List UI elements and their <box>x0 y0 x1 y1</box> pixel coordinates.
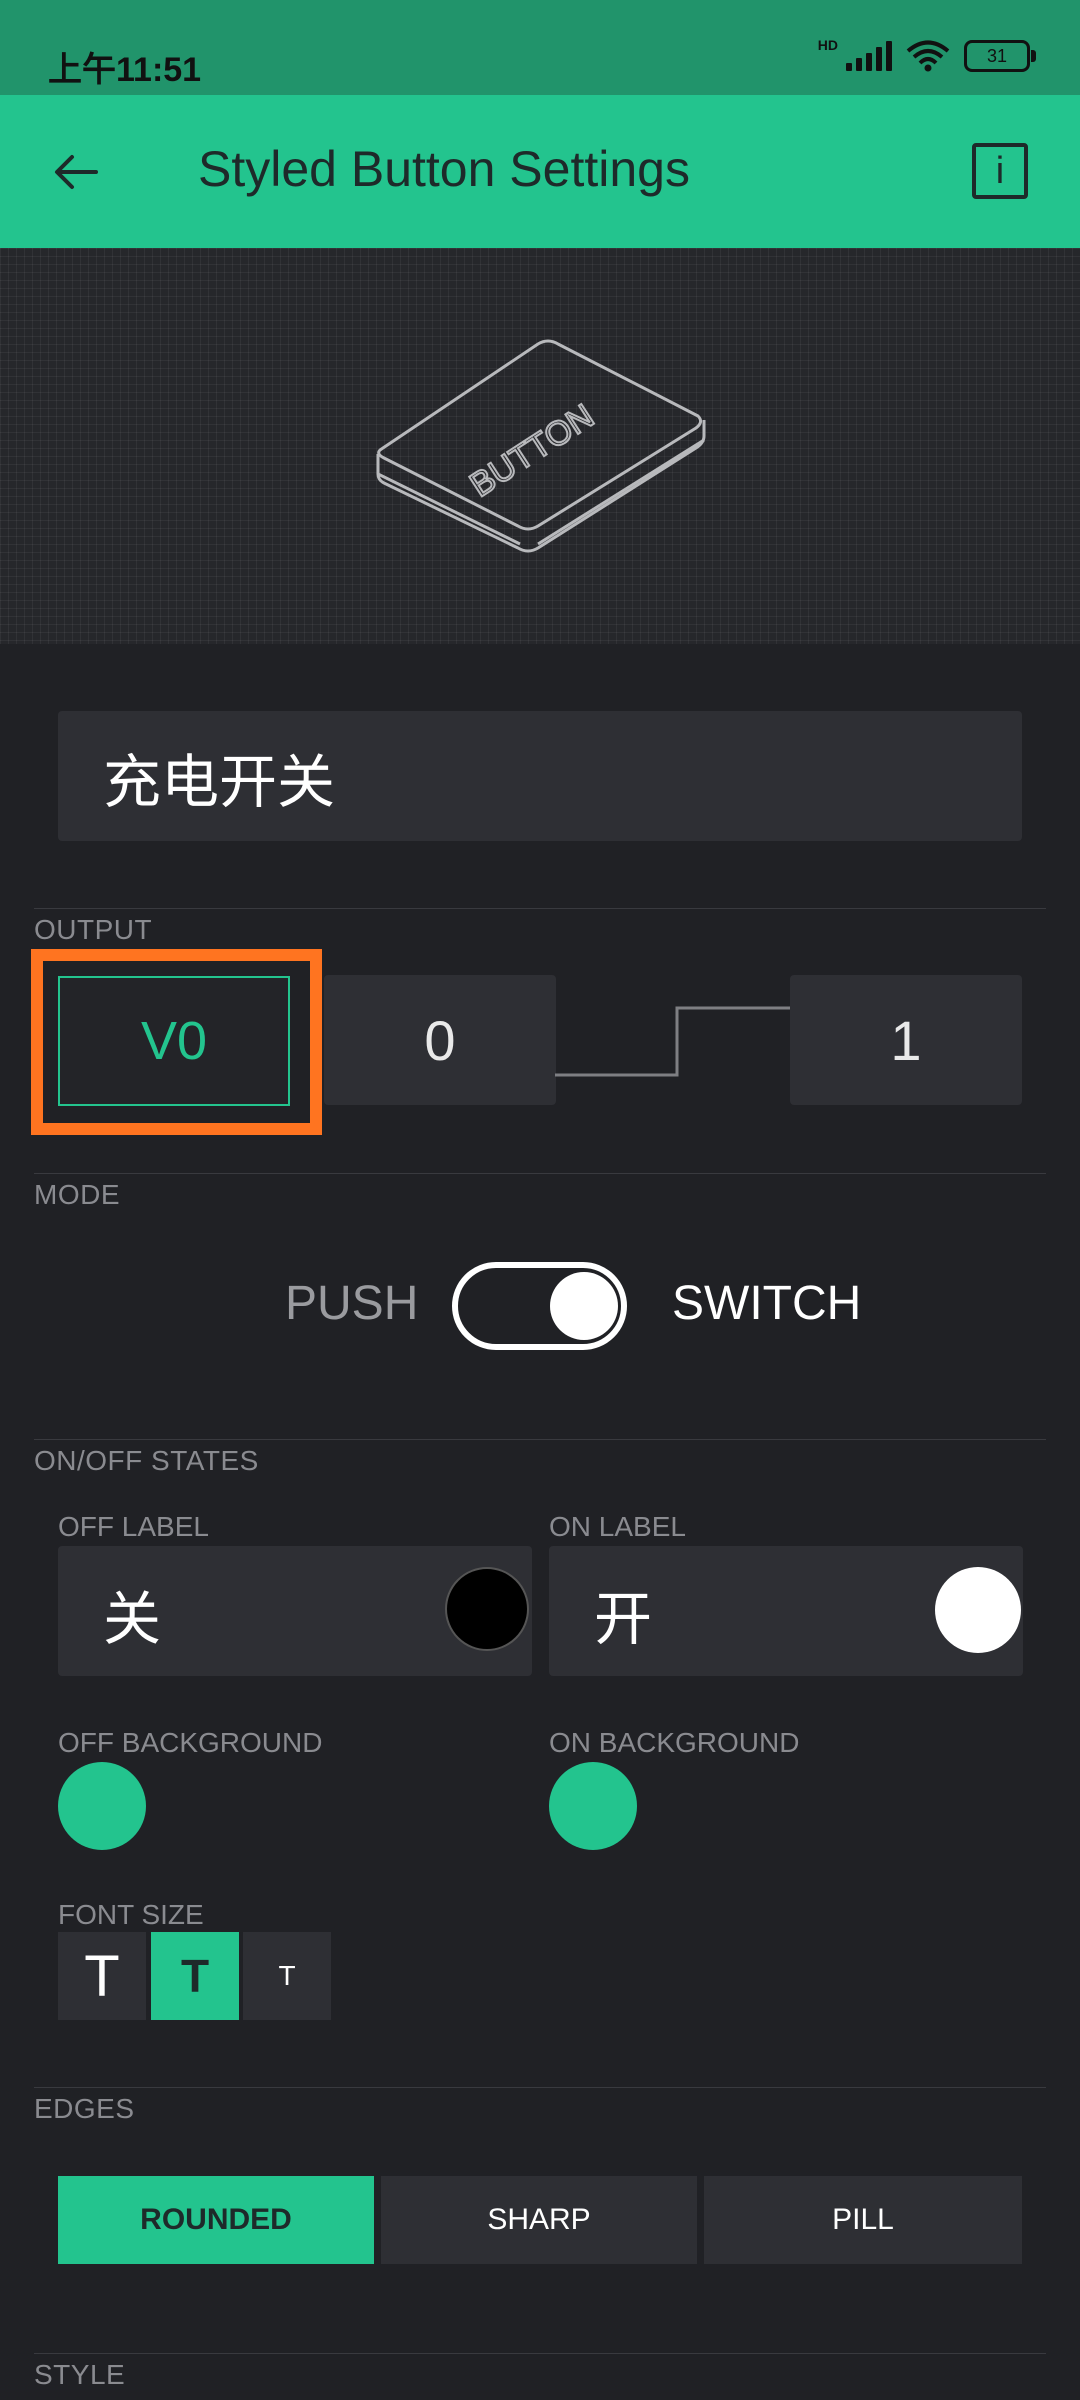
edge-rounded-button[interactable]: ROUNDED <box>58 2176 374 2264</box>
battery-icon: 31 <box>964 40 1036 72</box>
font-size-large-button[interactable]: T <box>58 1932 146 2020</box>
info-button[interactable]: i <box>972 143 1028 199</box>
on-label-color-picker[interactable] <box>935 1567 1021 1653</box>
mode-section-label: MODE <box>34 1179 120 1210</box>
back-arrow-icon[interactable] <box>52 148 100 196</box>
mode-push-label[interactable]: PUSH <box>285 1276 418 1331</box>
toggle-knob <box>550 1272 618 1340</box>
states-section-label: ON/OFF STATES <box>34 1445 259 1476</box>
font-size-title: FONT SIZE <box>58 1899 204 1930</box>
status-time: 上午11:51 <box>48 51 202 89</box>
font-size-small-button[interactable]: T <box>243 1932 331 2020</box>
on-background-color-picker[interactable] <box>549 1762 637 1850</box>
wifi-icon <box>906 40 950 72</box>
mode-switch-label[interactable]: SWITCH <box>672 1276 861 1331</box>
divider <box>34 2353 1046 2354</box>
off-label-title: OFF LABEL <box>58 1511 209 1542</box>
page-title: Styled Button Settings <box>198 141 690 197</box>
style-section-label: STYLE <box>34 2359 126 2390</box>
output-range-line <box>555 1006 790 1077</box>
status-icons: HD 31 <box>817 37 1036 72</box>
divider <box>34 908 1046 909</box>
edges-section-label: EDGES <box>34 2093 135 2124</box>
off-background-color-picker[interactable] <box>58 1762 146 1850</box>
font-size-medium-button[interactable]: T <box>151 1932 239 2020</box>
divider <box>34 1173 1046 1174</box>
output-section-label: OUTPUT <box>34 914 153 945</box>
edge-sharp-button[interactable]: SHARP <box>381 2176 697 2264</box>
off-background-title: OFF BACKGROUND <box>58 1727 323 1758</box>
output-low-value-input[interactable]: 0 <box>324 975 556 1105</box>
edge-pill-button[interactable]: PILL <box>704 2176 1022 2264</box>
divider <box>34 1439 1046 1440</box>
cellular-signal-icon <box>846 41 892 71</box>
on-label-title: ON LABEL <box>549 1511 686 1542</box>
off-label-value: 关 <box>103 1587 162 1652</box>
network-type-label: HD <box>817 37 838 53</box>
on-background-title: ON BACKGROUND <box>549 1727 800 1758</box>
button-illustration: BUTTON <box>376 339 706 553</box>
button-illustration-text: BUTTON <box>463 397 600 505</box>
on-label-value: 开 <box>594 1587 653 1652</box>
divider <box>34 2087 1046 2088</box>
output-high-value-input[interactable]: 1 <box>790 975 1022 1105</box>
widget-name-value: 充电开关 <box>103 750 336 815</box>
output-pin-selector[interactable]: V0 <box>58 976 290 1106</box>
off-label-color-picker[interactable] <box>445 1567 529 1651</box>
